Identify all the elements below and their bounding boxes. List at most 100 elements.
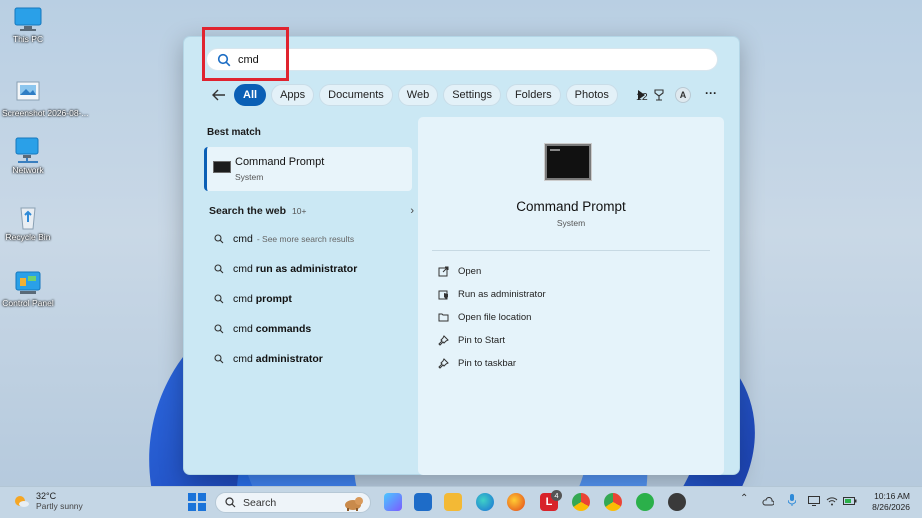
weather-temp: 32°C bbox=[36, 491, 57, 501]
wifi-icon[interactable] bbox=[826, 493, 838, 511]
clock-time: 10:16 AM bbox=[874, 491, 910, 501]
edge-icon[interactable] bbox=[476, 493, 494, 511]
action-open-file-location[interactable]: Open file location bbox=[438, 309, 531, 325]
web-result-prefix: cmd bbox=[233, 353, 256, 365]
filter-settings[interactable]: Settings bbox=[443, 84, 501, 106]
rewards-count: 12 bbox=[636, 90, 648, 103]
chrome-icon[interactable] bbox=[572, 493, 590, 511]
web-result-bold: run as administrator bbox=[255, 263, 358, 275]
pin-icon bbox=[438, 357, 449, 369]
web-result-item[interactable]: cmd prompt bbox=[214, 290, 292, 308]
best-match-result[interactable]: Command Prompt System bbox=[204, 147, 412, 191]
open-external-icon bbox=[438, 266, 449, 276]
search-icon bbox=[214, 354, 224, 364]
rewards-area[interactable]: 12 bbox=[636, 89, 665, 104]
web-result-prefix: cmd bbox=[233, 293, 256, 305]
cloud-icon[interactable] bbox=[762, 493, 775, 511]
system-clock[interactable]: 10:16 AM 8/26/2026 bbox=[872, 491, 910, 513]
action-label: Pin to taskbar bbox=[458, 357, 517, 369]
best-match-heading: Best match bbox=[207, 127, 261, 138]
best-match-title: Command Prompt bbox=[235, 156, 325, 168]
rewards-icon bbox=[653, 89, 665, 104]
action-label: Open bbox=[458, 265, 482, 277]
search-icon bbox=[214, 324, 224, 334]
chat-app-icon[interactable] bbox=[636, 493, 654, 511]
web-result-bold: administrator bbox=[255, 353, 323, 365]
web-result-item[interactable]: cmd - See more search results bbox=[214, 230, 354, 248]
settings-gear-icon[interactable] bbox=[668, 493, 686, 511]
desktop-icon-screenshot[interactable]: Screenshot 2026-08-... bbox=[2, 80, 88, 118]
weather-desc: Partly sunny bbox=[36, 501, 83, 511]
command-prompt-icon bbox=[545, 144, 591, 180]
weather-widget[interactable]: 32°C Partly sunny bbox=[12, 491, 83, 511]
desktop-icon-this-pc[interactable]: This PC bbox=[2, 6, 54, 44]
preview-title: Command Prompt bbox=[516, 199, 626, 214]
recycle-bin-icon bbox=[14, 204, 42, 230]
battery-icon[interactable] bbox=[843, 493, 857, 511]
clock-date: 8/26/2026 bbox=[872, 502, 910, 512]
web-result-prefix: cmd bbox=[233, 323, 256, 335]
display-icon[interactable] bbox=[808, 493, 820, 511]
search-highlight-dog-icon bbox=[342, 495, 364, 511]
desktop-icon-label: Control Panel bbox=[2, 298, 54, 308]
web-result-item[interactable]: cmd run as administrator bbox=[214, 260, 357, 278]
command-prompt-icon bbox=[213, 161, 231, 173]
preview-subtitle: System bbox=[556, 218, 586, 228]
search-icon bbox=[214, 294, 224, 304]
desktop-icon-label: Network bbox=[12, 165, 44, 175]
firefox-icon[interactable] bbox=[507, 493, 525, 511]
desktop-icon-network[interactable]: Network bbox=[2, 137, 54, 175]
chevron-up-icon[interactable]: ⌃ bbox=[740, 493, 748, 504]
search-icon bbox=[225, 497, 236, 508]
search-input[interactable] bbox=[238, 53, 438, 66]
account-avatar[interactable]: A bbox=[675, 87, 691, 103]
web-result-bold: commands bbox=[255, 323, 312, 335]
action-label: Open file location bbox=[458, 311, 532, 323]
notification-badge: 4 bbox=[551, 490, 562, 501]
web-result-item[interactable]: cmd administrator bbox=[214, 350, 323, 368]
image-file-icon bbox=[14, 80, 42, 106]
desktop-icon-control-panel[interactable]: Control Panel bbox=[2, 270, 54, 308]
filter-all[interactable]: All bbox=[234, 84, 267, 106]
filter-apps[interactable]: Apps bbox=[271, 84, 315, 106]
desktop-icon-recycle-bin[interactable]: Recycle Bin bbox=[2, 204, 54, 242]
file-explorer-icon[interactable] bbox=[444, 493, 462, 511]
taskbar-search[interactable]: Search bbox=[215, 492, 371, 513]
web-result-item[interactable]: cmd commands bbox=[214, 320, 311, 338]
search-web-header[interactable]: Search the web 10+ › bbox=[209, 203, 414, 219]
action-pin-to-taskbar[interactable]: Pin to taskbar bbox=[438, 355, 516, 371]
action-run-as-admin[interactable]: Run as administrator bbox=[438, 286, 546, 302]
chrome-profile-icon[interactable] bbox=[604, 493, 622, 511]
microphone-icon[interactable] bbox=[787, 493, 797, 511]
divider bbox=[432, 250, 710, 251]
action-label: Run as administrator bbox=[458, 288, 546, 300]
desktop-icon-label: Recycle Bin bbox=[5, 232, 51, 242]
filter-documents[interactable]: Documents bbox=[319, 84, 393, 106]
computer-icon bbox=[14, 6, 42, 32]
filter-web[interactable]: Web bbox=[397, 84, 439, 106]
filter-photos[interactable]: Photos bbox=[565, 84, 618, 106]
windows-start-icon[interactable] bbox=[188, 493, 206, 511]
action-pin-to-start[interactable]: Pin to Start bbox=[438, 332, 505, 348]
pin-icon bbox=[438, 334, 449, 346]
action-open[interactable]: Open bbox=[438, 263, 481, 279]
search-box[interactable] bbox=[206, 48, 718, 71]
search-icon bbox=[214, 234, 224, 244]
chevron-right-icon: › bbox=[410, 205, 414, 217]
search-icon bbox=[214, 264, 224, 274]
network-icon bbox=[14, 137, 42, 163]
preview-pane: Command Prompt System Open Run as admini… bbox=[418, 117, 724, 475]
shield-icon bbox=[438, 290, 448, 299]
back-arrow-icon[interactable] bbox=[208, 84, 230, 106]
search-panel: All Apps Documents Web Settings Folders … bbox=[183, 27, 740, 475]
taskbar-search-label: Search bbox=[243, 496, 277, 509]
taskbar: 32°C Partly sunny Search L 4 ⌃ 10:16 AM … bbox=[0, 486, 922, 518]
web-result-prefix: cmd bbox=[233, 263, 256, 275]
folder-icon bbox=[438, 313, 449, 321]
filter-folders[interactable]: Folders bbox=[505, 84, 561, 106]
app-store-icon[interactable] bbox=[414, 493, 432, 511]
more-options-button[interactable]: ··· bbox=[705, 86, 717, 100]
search-web-count: 10+ bbox=[292, 206, 307, 216]
copilot-icon[interactable] bbox=[384, 493, 402, 511]
web-result-hint: - See more search results bbox=[256, 234, 355, 244]
